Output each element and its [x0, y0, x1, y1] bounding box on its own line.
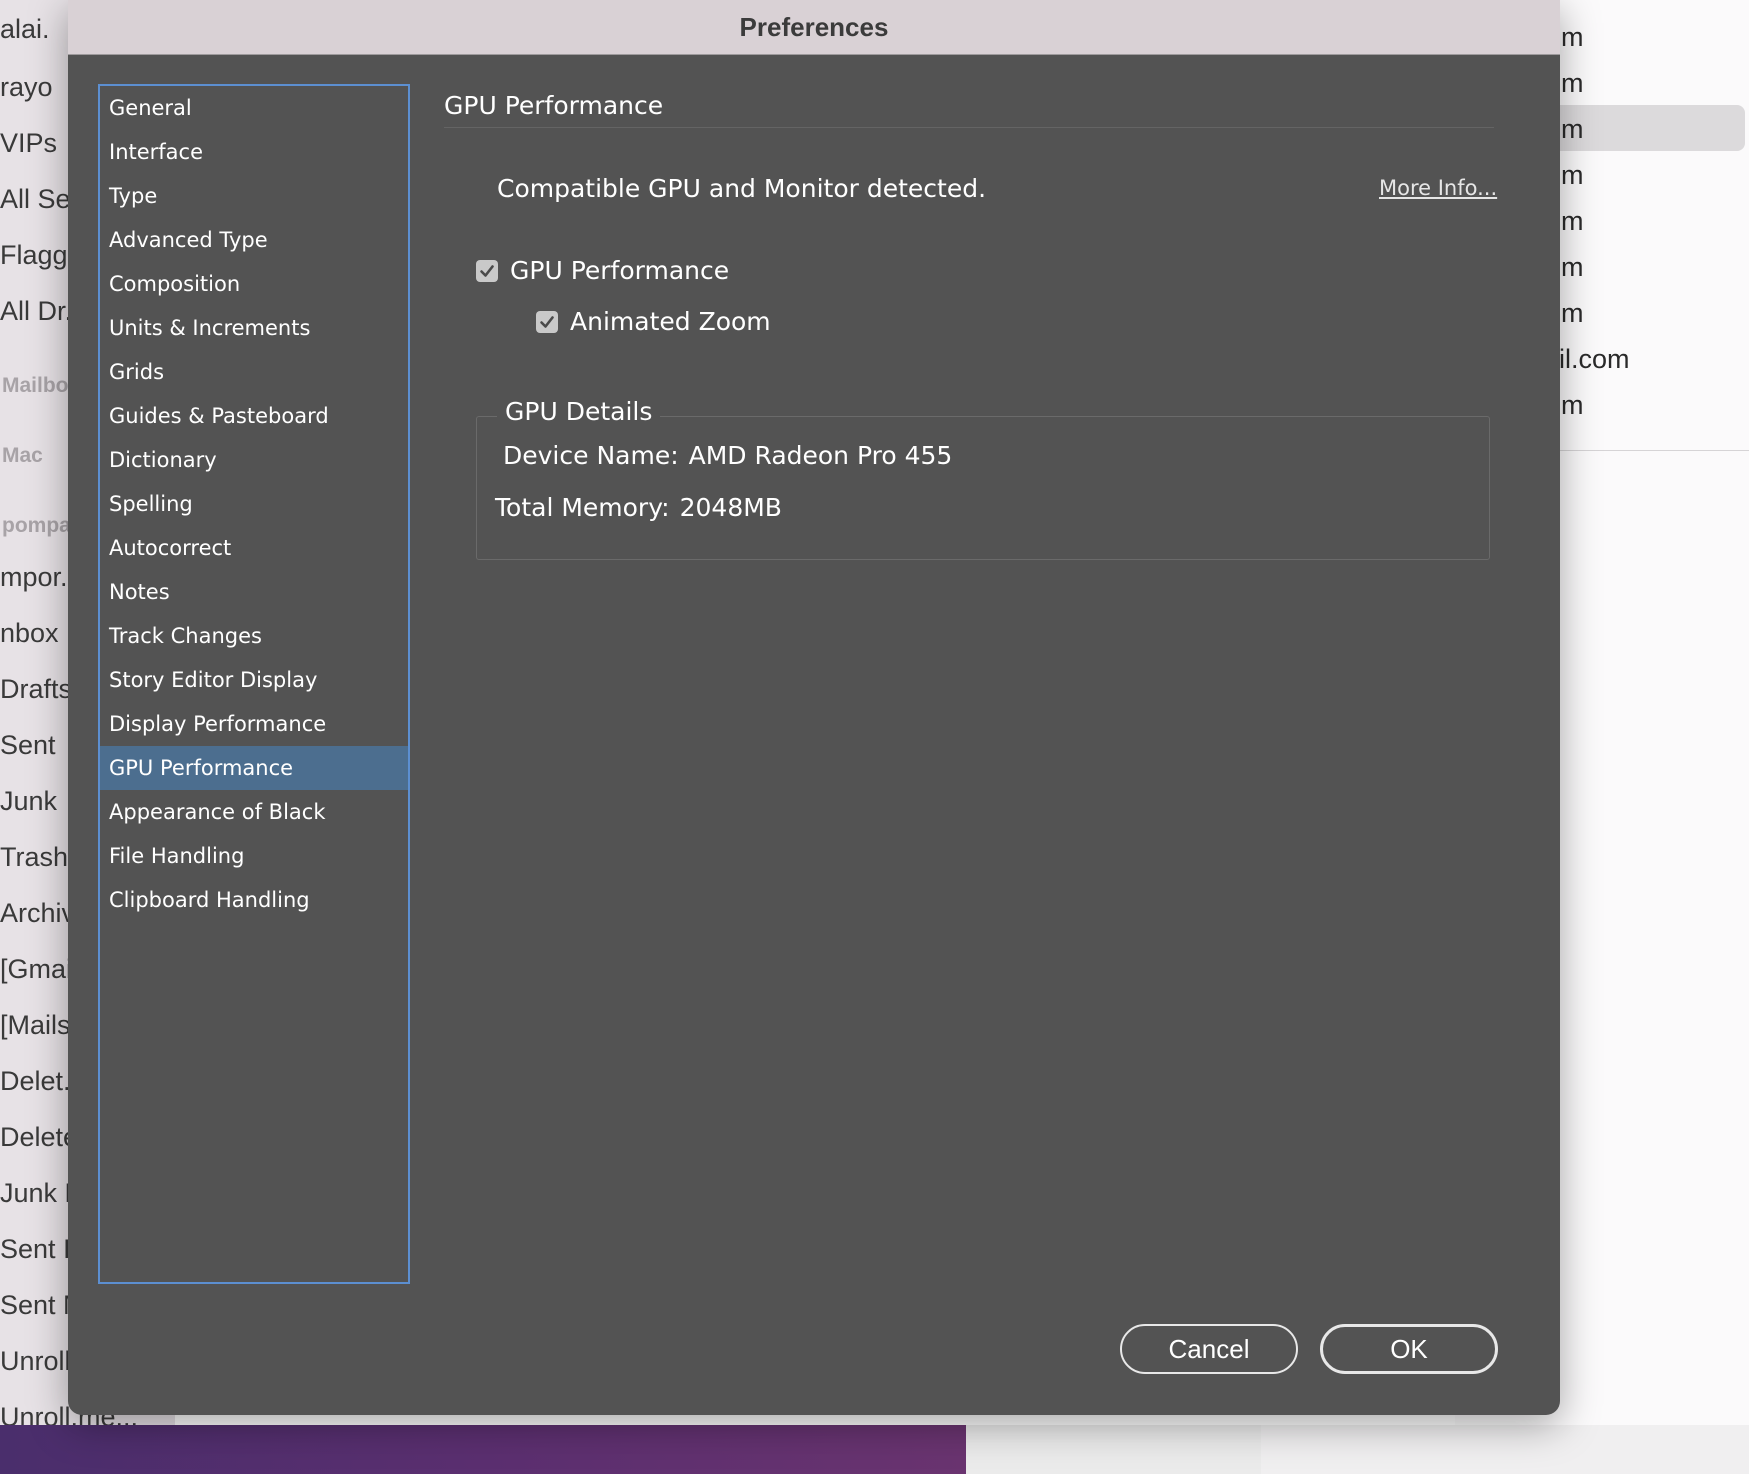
window-edge — [966, 1425, 1261, 1474]
desktop-wallpaper — [0, 1425, 966, 1474]
mail-sidebar-item[interactable]: alai. — [0, 14, 50, 45]
ok-button[interactable]: OK — [1320, 1324, 1498, 1374]
gpu-details-group: GPU Details Device Name: AMD Radeon Pro 4… — [476, 397, 1490, 560]
message-fragment[interactable]: il.com — [1559, 344, 1630, 375]
mail-section-header: Mac — [2, 444, 43, 467]
message-fragment[interactable]: m — [1561, 206, 1584, 237]
mail-sidebar-item[interactable]: [Mailst — [0, 1010, 78, 1041]
category-item[interactable]: Story Editor Display — [100, 658, 408, 702]
category-item[interactable]: Autocorrect — [100, 526, 408, 570]
preferences-dialog: Preferences General Interface Type Advanced… — [68, 0, 1560, 1415]
mail-sidebar-item[interactable]: Delet.. — [0, 1066, 78, 1097]
panel-heading: GPU Performance — [444, 84, 1494, 128]
device-name-value: AMD Radeon Pro 455 — [688, 441, 953, 470]
total-memory-row: Total Memory: 2048MB — [495, 493, 782, 522]
category-item[interactable]: Dictionary — [100, 438, 408, 482]
category-item[interactable]: Guides & Pasteboard — [100, 394, 408, 438]
total-memory-value: 2048MB — [679, 493, 782, 522]
message-fragment[interactable]: m — [1561, 68, 1584, 99]
gpu-details-legend: GPU Details — [497, 397, 661, 426]
mail-sidebar-item[interactable]: Delete — [0, 1122, 78, 1153]
mail-sidebar-item[interactable]: VIPs — [0, 128, 57, 159]
category-item[interactable]: Grids — [100, 350, 408, 394]
mail-sidebar-item[interactable]: Sent — [0, 730, 56, 761]
mail-sidebar-item[interactable]: mpor.. — [0, 562, 75, 593]
gpu-performance-checkbox-row[interactable]: GPU Performance — [476, 256, 729, 285]
mail-sidebar-item[interactable]: Trash — [0, 842, 68, 873]
dialog-titlebar[interactable]: Preferences — [68, 0, 1560, 55]
category-item[interactable]: File Handling — [100, 834, 408, 878]
message-fragment[interactable]: m — [1561, 252, 1584, 283]
gpu-performance-checkbox[interactable] — [476, 259, 498, 282]
animated-zoom-checkbox-row[interactable]: Animated Zoom — [536, 307, 771, 336]
category-item[interactable]: Spelling — [100, 482, 408, 526]
more-info-link[interactable]: More Info... — [1379, 176, 1497, 200]
preferences-category-list[interactable]: General Interface Type Advanced Type Composi… — [98, 84, 410, 1284]
category-item[interactable]: Type — [100, 174, 408, 218]
device-name-label: Device Name: — [503, 441, 679, 470]
category-item[interactable]: Interface — [100, 130, 408, 174]
mail-sidebar-item[interactable]: [Gmail — [0, 954, 78, 985]
mail-sidebar-item[interactable]: Drafts — [0, 674, 72, 705]
mail-section-header: pompa — [2, 514, 71, 537]
mail-sidebar-item[interactable]: Sent It — [0, 1234, 78, 1265]
mail-sidebar-item[interactable]: Archiv — [0, 898, 75, 929]
category-item[interactable]: Notes — [100, 570, 408, 614]
mail-section-header: Mailbo — [2, 374, 69, 397]
dialog-title: Preferences — [739, 11, 889, 42]
device-name-row: Device Name: AMD Radeon Pro 455 — [503, 441, 952, 470]
message-fragment[interactable]: m — [1561, 160, 1584, 191]
cancel-button[interactable]: Cancel — [1120, 1324, 1298, 1374]
checkmark-icon — [480, 264, 494, 277]
category-item[interactable]: Display Performance — [100, 702, 408, 746]
mail-sidebar-item[interactable]: Junk — [0, 786, 57, 817]
message-fragment[interactable]: m — [1561, 114, 1584, 145]
message-fragment[interactable]: m — [1561, 390, 1584, 421]
mail-sidebar-item[interactable]: Unroll. — [0, 1346, 78, 1377]
gpu-performance-panel: GPU Performance Compatible GPU and Monit… — [444, 84, 1514, 560]
category-item[interactable]: General — [100, 86, 408, 130]
gpu-performance-label: GPU Performance — [510, 256, 730, 285]
desktop-strip — [0, 1425, 1749, 1474]
category-item[interactable]: Composition — [100, 262, 408, 306]
gpu-status-text: Compatible GPU and Monitor detected. — [497, 174, 987, 203]
total-memory-label: Total Memory: — [495, 493, 670, 522]
animated-zoom-label: Animated Zoom — [570, 307, 771, 336]
category-item[interactable]: GPU Performance — [100, 746, 408, 790]
category-item[interactable]: Units & Increments — [100, 306, 408, 350]
category-item[interactable]: Track Changes — [100, 614, 408, 658]
category-list-items: General Interface Type Advanced Type Composi… — [100, 86, 408, 922]
category-item[interactable]: Clipboard Handling — [100, 878, 408, 922]
message-fragment[interactable]: m — [1561, 298, 1584, 329]
message-fragment[interactable]: m — [1561, 22, 1584, 53]
mail-sidebar-item[interactable]: nbox — [0, 618, 59, 649]
category-item[interactable]: Advanced Type — [100, 218, 408, 262]
checkmark-icon — [540, 315, 554, 328]
animated-zoom-checkbox[interactable] — [536, 310, 558, 333]
category-item[interactable]: Appearance of Black — [100, 790, 408, 834]
mail-sidebar-item[interactable]: rayo — [0, 72, 53, 103]
